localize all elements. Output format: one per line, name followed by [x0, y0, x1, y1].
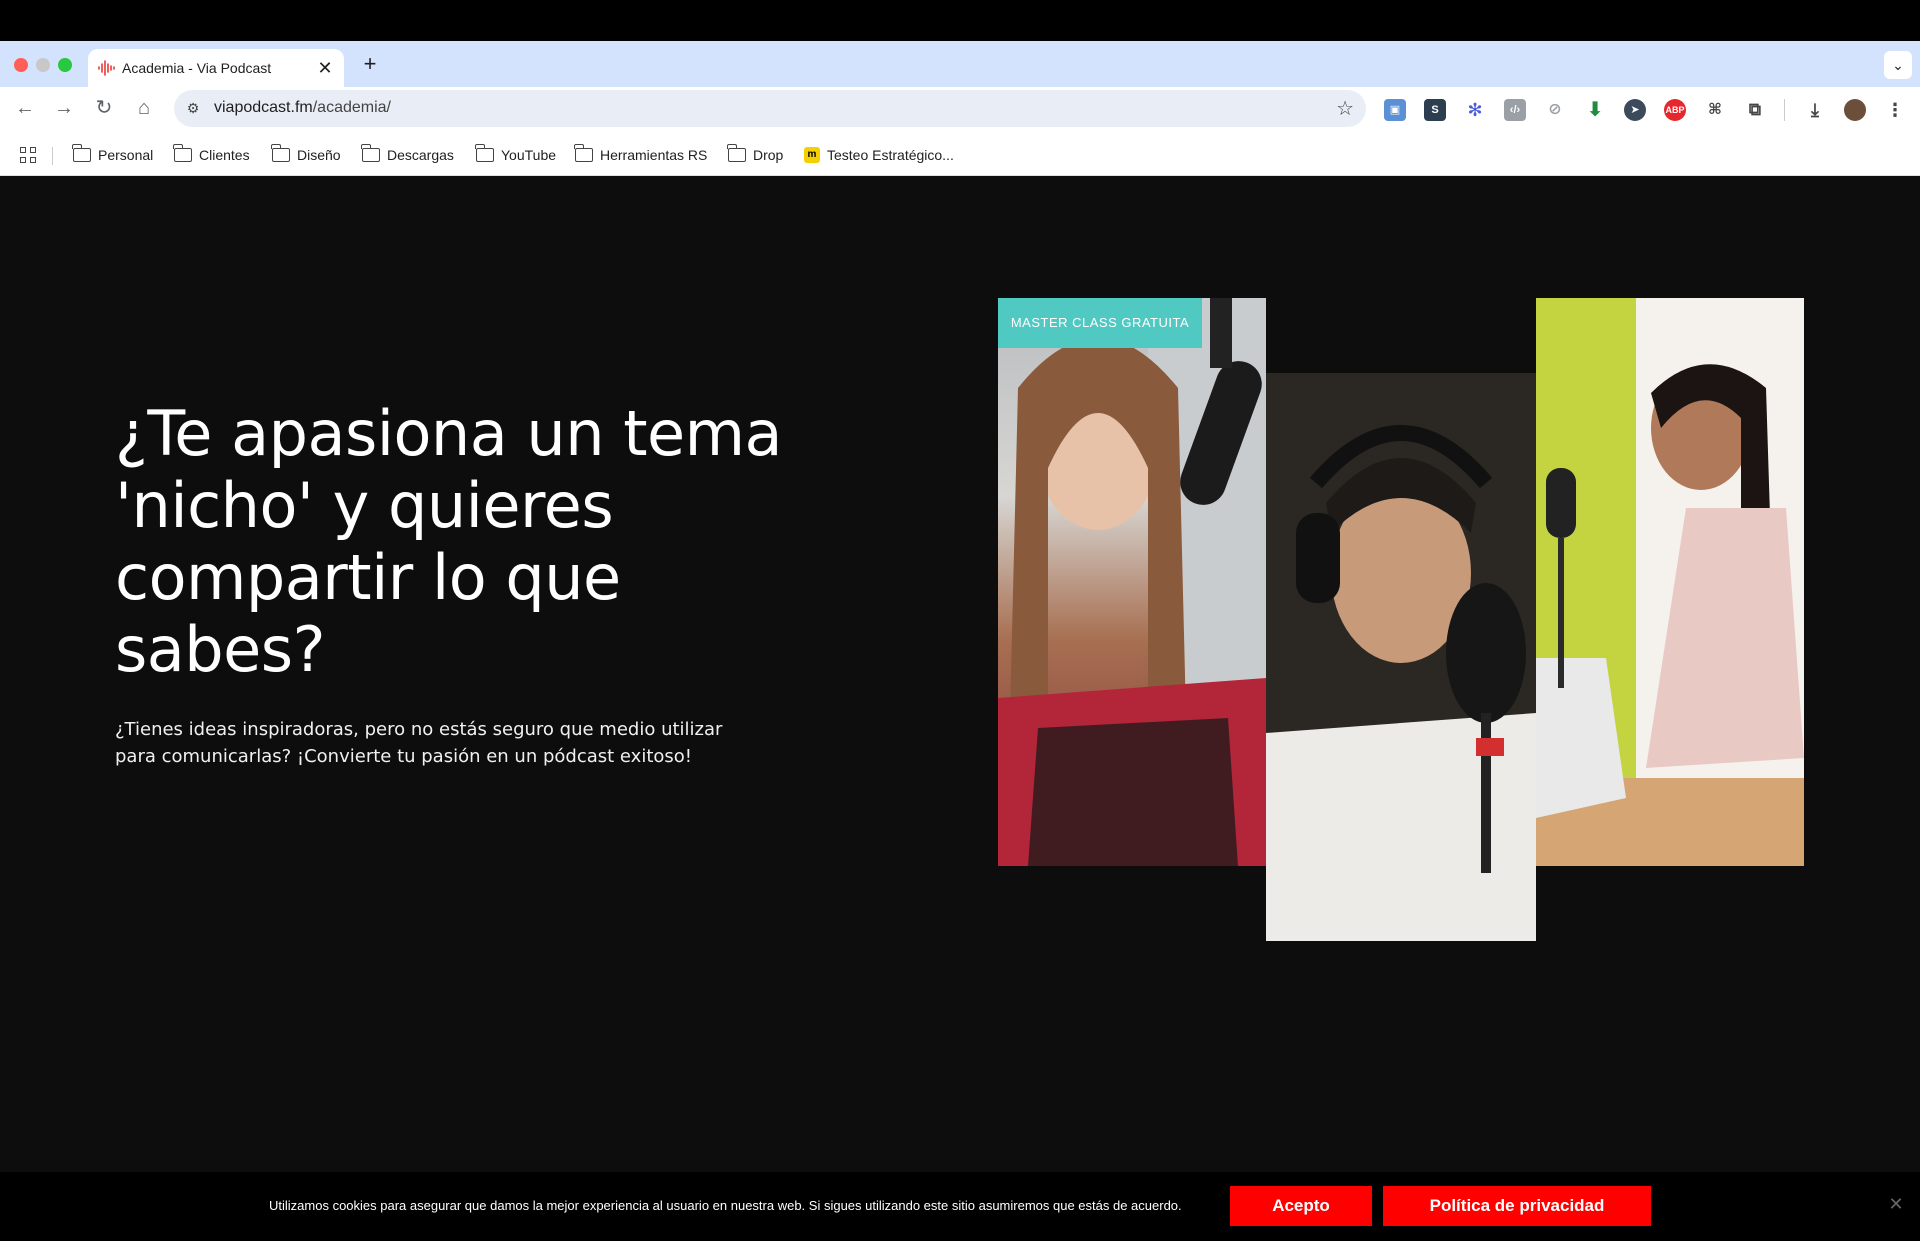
site-settings-icon[interactable]: ⚙ [182, 97, 204, 119]
downloads-icon[interactable]: ⤓ [1804, 99, 1826, 121]
accept-cookies-button[interactable]: Acepto [1230, 1186, 1372, 1226]
profile-avatar[interactable] [1844, 99, 1866, 121]
bookmark-label: Herramientas RS [600, 147, 708, 163]
extensions-puzzle-icon[interactable]: ⧉ [1744, 99, 1766, 121]
snowflake-extension-icon[interactable]: ✻ [1464, 99, 1486, 121]
folder-icon [361, 144, 380, 162]
menu-kebab-icon[interactable]: ⋮ [1884, 99, 1906, 121]
privacy-policy-button[interactable]: Política de privacidad [1383, 1186, 1651, 1226]
tab-close-icon[interactable]: ✕ [314, 57, 336, 79]
folder-icon [271, 144, 290, 162]
bookmark-label: Testeo Estratégico... [827, 147, 954, 163]
cursor-extension-icon[interactable]: ➤ [1624, 99, 1646, 121]
tracker-extension-icon[interactable]: ⌘ [1704, 99, 1726, 121]
folder-icon [727, 144, 746, 162]
link-extension-icon[interactable]: ⊘ [1544, 99, 1566, 121]
s-extension-icon[interactable]: S [1424, 99, 1446, 121]
podcast-waveform-icon [98, 60, 115, 76]
minimize-window-button[interactable] [36, 58, 50, 72]
tab-strip: Academia - Via Podcast ✕ + ⌄ [0, 41, 1920, 87]
man-headphones-illustration [1266, 373, 1536, 941]
folder-icon [72, 144, 91, 162]
url-text: viapodcast.fm/academia/ [214, 99, 391, 117]
home-icon[interactable]: ⌂ [129, 93, 159, 123]
browser-chrome: Academia - Via Podcast ✕ + ⌄ ← → ↻ ⌂ ⚙ v… [0, 41, 1920, 176]
bookmark-label: Personal [98, 147, 154, 163]
toolbar: ← → ↻ ⌂ ⚙ viapodcast.fm/academia/ ☆ ▣ S … [0, 87, 1920, 132]
bookmark-descargas[interactable]: Descargas [361, 144, 454, 166]
url-domain: viapodcast.fm [214, 99, 313, 116]
code-extension-icon[interactable]: ‹/› [1504, 99, 1526, 121]
cookie-banner: Utilizamos cookies para asegurar que dam… [0, 1172, 1920, 1241]
tab-search-button[interactable]: ⌄ [1884, 51, 1912, 79]
cookie-close-icon[interactable]: ✕ [1886, 1194, 1906, 1214]
tab-title: Academia - Via Podcast [122, 60, 272, 76]
folder-icon [475, 144, 494, 162]
screen-top-bar [0, 0, 1920, 41]
apps-grid-icon[interactable] [20, 147, 38, 165]
maximize-window-button[interactable] [58, 58, 72, 72]
download-green-extension-icon[interactable]: ⬇ [1584, 99, 1606, 121]
photo-woman-microphone [998, 298, 1266, 866]
woman-laptop-illustration [1536, 298, 1804, 866]
bookmarks-bar: Personal Clientes Diseño Descargas YouTu… [0, 132, 1920, 176]
folder-icon [574, 144, 593, 162]
hero-headline: ¿Te apasiona un tema 'nicho' y quieres c… [115, 397, 783, 686]
folder-icon [173, 144, 192, 162]
forward-arrow-icon[interactable]: → [49, 93, 79, 123]
url-path: /academia/ [312, 99, 391, 116]
bookmark-label: Diseño [297, 147, 341, 163]
photo-woman-laptop [1536, 298, 1804, 866]
image-extension-icon[interactable]: ▣ [1384, 99, 1406, 121]
woman-microphone-illustration [998, 298, 1266, 866]
bookmark-label: Clientes [199, 147, 250, 163]
bookmark-clientes[interactable]: Clientes [173, 144, 250, 166]
reload-icon[interactable]: ↻ [89, 93, 119, 123]
cookie-message: Utilizamos cookies para asegurar que dam… [269, 1198, 1182, 1213]
new-tab-button[interactable]: + [356, 51, 384, 79]
bookmark-label: Descargas [387, 147, 454, 163]
photo-man-headphones [1266, 373, 1536, 941]
bookmark-youtube[interactable]: YouTube [475, 144, 557, 166]
adblock-extension-icon[interactable]: ABP [1664, 99, 1686, 121]
bookmark-diseno[interactable]: Diseño [271, 144, 341, 166]
close-window-button[interactable] [14, 58, 28, 72]
master-class-badge[interactable]: MASTER CLASS GRATUITA [998, 298, 1202, 348]
bookmark-testeo-estrategico[interactable]: m Testeo Estratégico... [804, 144, 954, 166]
bookmark-drop[interactable]: Drop [727, 144, 784, 166]
bookmark-personal[interactable]: Personal [72, 144, 154, 166]
bookmark-label: YouTube [501, 147, 557, 163]
back-arrow-icon[interactable]: ← [10, 93, 40, 123]
bookmark-label: Drop [753, 147, 784, 163]
toolbar-divider [1784, 99, 1785, 121]
address-bar[interactable]: ⚙ viapodcast.fm/academia/ ☆ [174, 90, 1366, 127]
bookmarks-divider [52, 147, 53, 165]
bookmark-star-icon[interactable]: ☆ [1336, 96, 1354, 121]
tab-academia[interactable]: Academia - Via Podcast ✕ [88, 49, 344, 87]
bookmark-herramientas-rs[interactable]: Herramientas RS [574, 144, 708, 166]
hero-subtext: ¿Tienes ideas inspiradoras, pero no está… [115, 719, 723, 767]
page-content: ¿Te apasiona un tema 'nicho' y quieres c… [0, 176, 1920, 1241]
miro-icon: m [804, 147, 820, 163]
